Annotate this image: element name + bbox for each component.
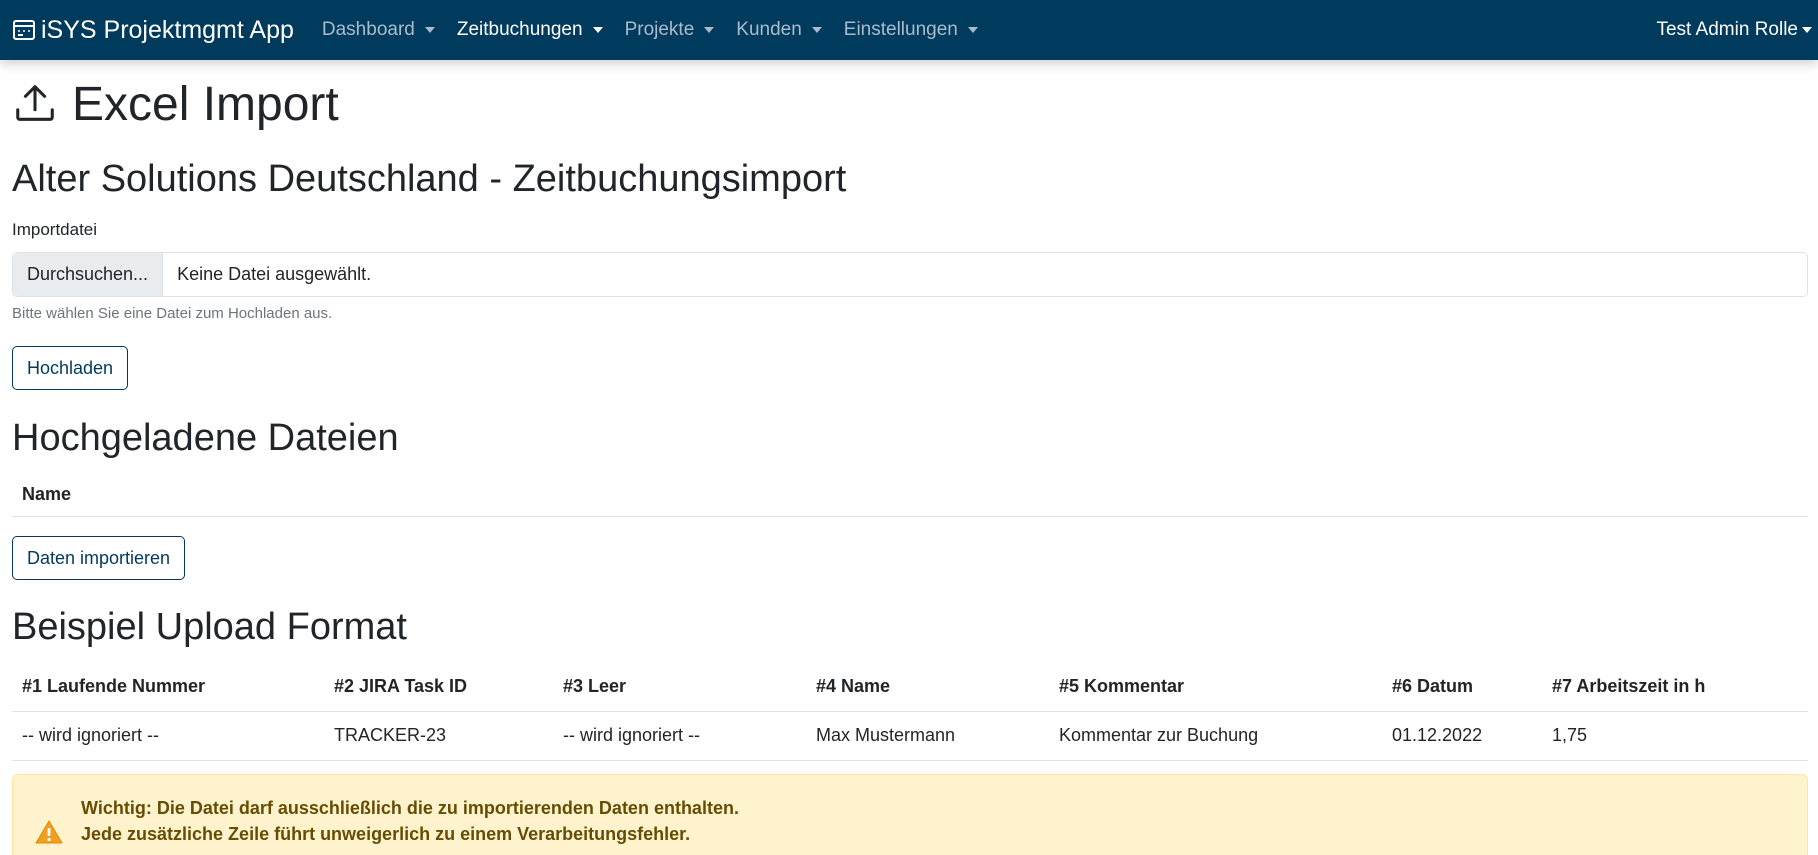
alert-line-2: Jede zusätzliche Zeile führt unweigerlic…	[81, 824, 691, 844]
nav-projekte-label: Projekte	[624, 19, 695, 40]
table-cell: Kommentar zur Buchung	[1059, 725, 1259, 745]
import-data-button[interactable]: Daten importieren	[12, 536, 186, 580]
caret-down-icon	[592, 27, 603, 33]
table-row: -- wird ignoriert -- TRACKER-23 -- wird …	[12, 712, 1808, 761]
column-header: #6 Datum	[1392, 676, 1474, 696]
warning-icon	[35, 820, 63, 844]
uploaded-files-heading: Hochgeladene Dateien	[12, 417, 399, 459]
table-cell: -- wird ignoriert --	[563, 725, 701, 745]
table-cell: Max Mustermann	[816, 725, 956, 745]
table-cell: TRACKER-23	[334, 725, 447, 745]
column-header-name: Name	[22, 484, 72, 504]
file-input[interactable]: Durchsuchen... Keine Datei ausgewählt.	[12, 252, 1808, 297]
page-title: Excel Import	[72, 77, 339, 131]
caret-down-icon	[424, 27, 435, 33]
column-header: #7 Arbeitszeit in h	[1552, 676, 1706, 696]
nav-projekte[interactable]: Projekte	[625, 19, 715, 41]
column-header: #3 Leer	[563, 676, 627, 696]
file-status: Keine Datei ausgewählt.	[177, 264, 372, 284]
table-cell: 1,75	[1552, 725, 1588, 745]
user-name: Test Admin Rolle	[1656, 19, 1798, 40]
user-menu[interactable]: Test Admin Rolle	[1656, 0, 1812, 60]
column-header: #2 JIRA Task ID	[334, 676, 468, 696]
file-label: Importdatei	[12, 220, 98, 239]
help-text: Bitte wählen Sie eine Datei zum Hochlade…	[12, 305, 333, 322]
nav-kunden[interactable]: Kunden	[736, 19, 822, 41]
main-content: Excel Import Alter Solutions Deutschland…	[12, 60, 1808, 855]
nav-dashboard-label: Dashboard	[321, 19, 415, 40]
browse-button[interactable]: Durchsuchen...	[13, 253, 164, 296]
example-table-header: #1 Laufende Nummer #2 JIRA Task ID #3 Le…	[12, 664, 1808, 712]
caret-down-icon	[811, 27, 822, 33]
upload-button[interactable]: Hochladen	[12, 346, 129, 390]
column-header: #5 Kommentar	[1059, 676, 1185, 696]
top-navbar: iSYS Projektmgmt App Dashboard Zeitbuchu…	[0, 0, 1818, 60]
table-cell: 01.12.2022	[1392, 725, 1483, 745]
nav-einstellungen[interactable]: Einstellungen	[844, 19, 978, 41]
brand-link[interactable]: iSYS Projektmgmt App	[12, 16, 294, 45]
page-header: Excel Import	[12, 60, 1808, 148]
table-cell: -- wird ignoriert --	[22, 725, 160, 745]
nav-einstellungen-label: Einstellungen	[843, 19, 958, 40]
nav-dashboard[interactable]: Dashboard	[322, 19, 435, 41]
caret-down-icon	[1802, 27, 1812, 33]
example-format-heading: Beispiel Upload Format	[12, 606, 407, 648]
calendar-icon	[13, 20, 35, 40]
caret-down-icon	[967, 27, 978, 33]
brand-name: iSYS Projektmgmt App	[41, 15, 294, 44]
upload-icon	[16, 85, 54, 121]
alert-line-1: Wichtig: Die Datei darf ausschließlich d…	[81, 798, 739, 818]
uploaded-files-table-header: Name	[12, 475, 1808, 517]
caret-down-icon	[704, 27, 715, 33]
import-heading: Alter Solutions Deutschland - Zeitbuchun…	[12, 158, 847, 200]
nav-zeitbuchungen[interactable]: Zeitbuchungen	[457, 19, 603, 41]
warning-alert: Wichtig: Die Datei darf ausschließlich d…	[12, 774, 1808, 855]
column-header: #4 Name	[816, 676, 891, 696]
column-header: #1 Laufende Nummer	[22, 676, 206, 696]
nav-zeitbuchungen-label: Zeitbuchungen	[456, 19, 583, 40]
nav-kunden-label: Kunden	[736, 19, 802, 40]
